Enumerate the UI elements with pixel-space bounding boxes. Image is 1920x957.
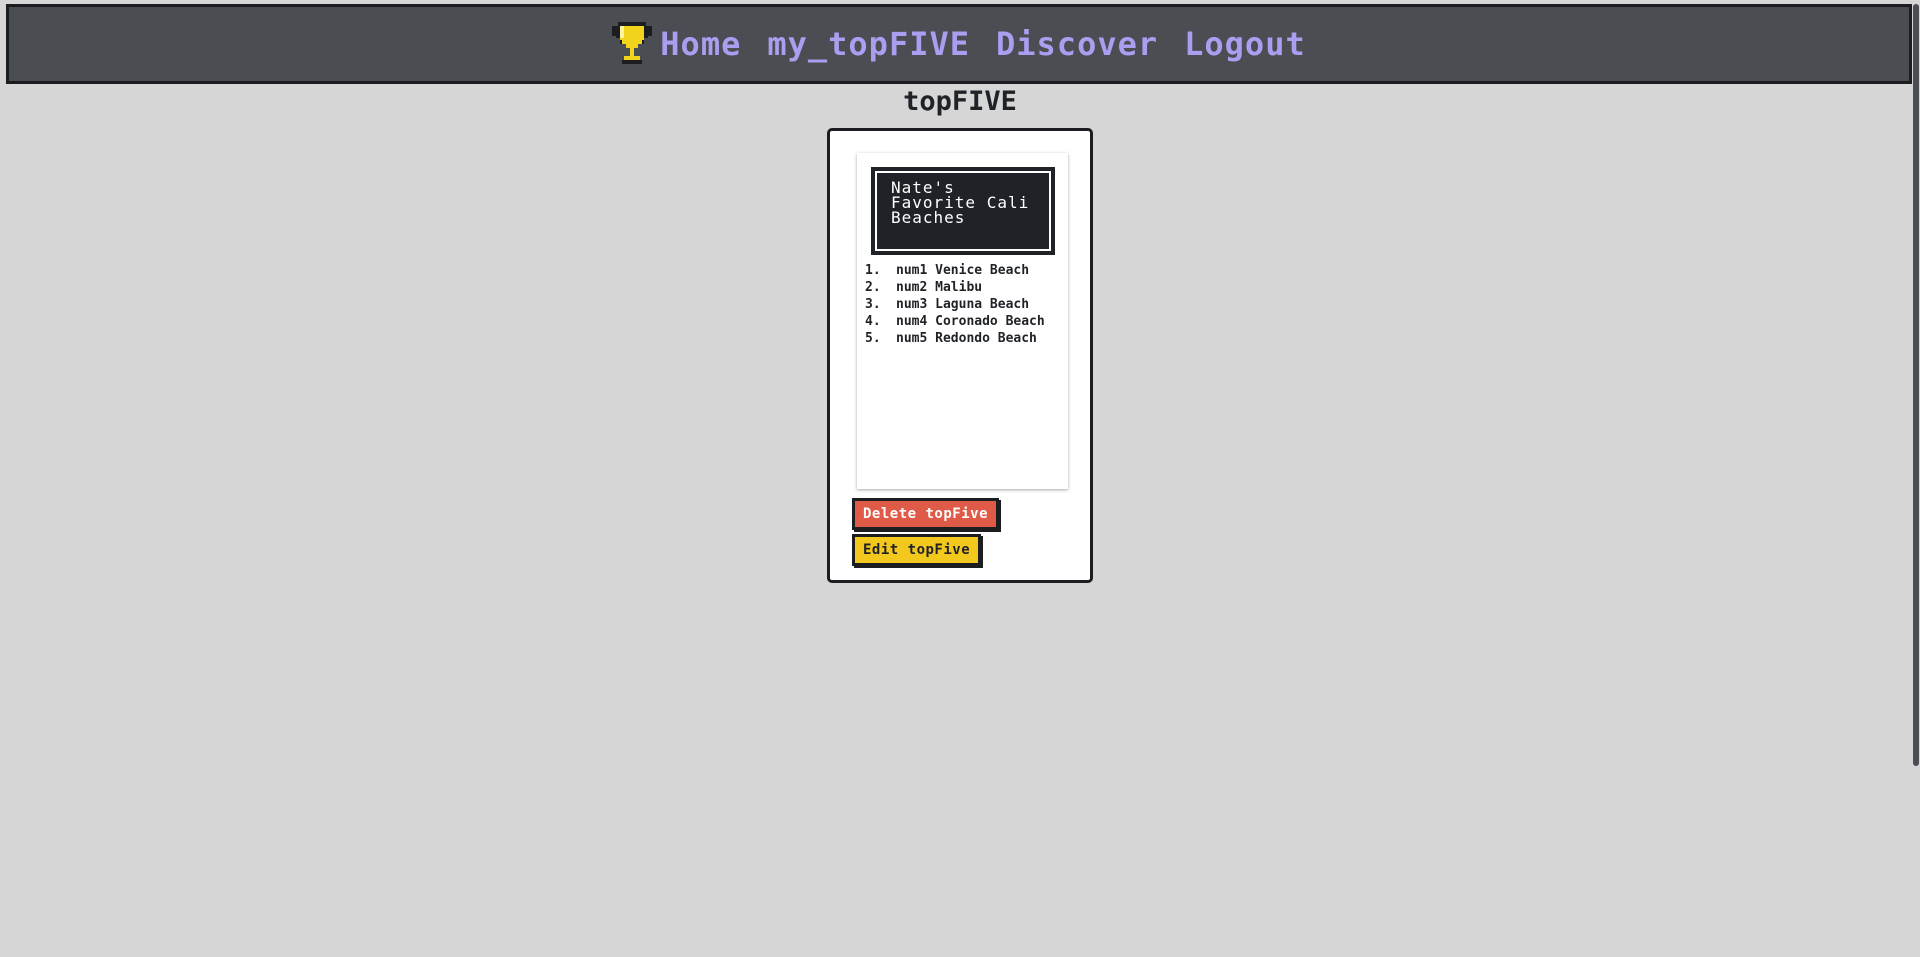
topfive-card: Nate's Favorite Cali Beaches 1. num1 Ven… [827,128,1093,583]
edit-topfive-button[interactable]: Edit topFive [852,534,982,566]
ranked-list: 1. num1 Venice Beach 2. num2 Malibu 3. n… [865,263,1065,348]
list-item-text: num3 Laguna Beach [896,297,1030,312]
list-item: 5. num5 Redondo Beach [865,331,1065,346]
list-item-text: num4 Coronado Beach [896,314,1045,329]
nav-brand: Home [612,20,741,68]
page-scrollbar[interactable] [1912,0,1920,957]
list-item: 4. num4 Coronado Beach [865,314,1065,329]
list-title: Nate's Favorite Cali Beaches [891,178,1030,227]
list-item-number: 4. [865,314,881,329]
list-item-text: num1 Venice Beach [896,263,1030,278]
trophy-icon[interactable] [612,20,653,68]
delete-topfive-button[interactable]: Delete topFive [852,498,1000,530]
list-item-text: num5 Redondo Beach [896,331,1037,346]
list-item: 3. num3 Laguna Beach [865,297,1065,312]
scrollbar-thumb[interactable] [1913,4,1919,766]
list-item: 2. num2 Malibu [865,280,1065,295]
list-item-number: 5. [865,331,881,346]
list-item-text: num2 Malibu [896,280,983,295]
list-item-number: 2. [865,280,881,295]
nav-link-logout[interactable]: Logout [1184,25,1306,63]
list-item-number: 1. [865,263,881,278]
list-item-number: 3. [865,297,881,312]
nav-link-discover[interactable]: Discover [996,25,1158,63]
list-item: 1. num1 Venice Beach [865,263,1065,278]
list-panel: Nate's Favorite Cali Beaches 1. num1 Ven… [857,153,1068,489]
list-header: Nate's Favorite Cali Beaches [871,167,1055,255]
top-navbar: Home my_topFIVE Discover Logout [6,4,1912,84]
nav-link-my-topfive[interactable]: my_topFIVE [767,25,970,63]
nav-link-home[interactable]: Home [660,25,741,63]
page-title: topFIVE [903,86,1017,117]
